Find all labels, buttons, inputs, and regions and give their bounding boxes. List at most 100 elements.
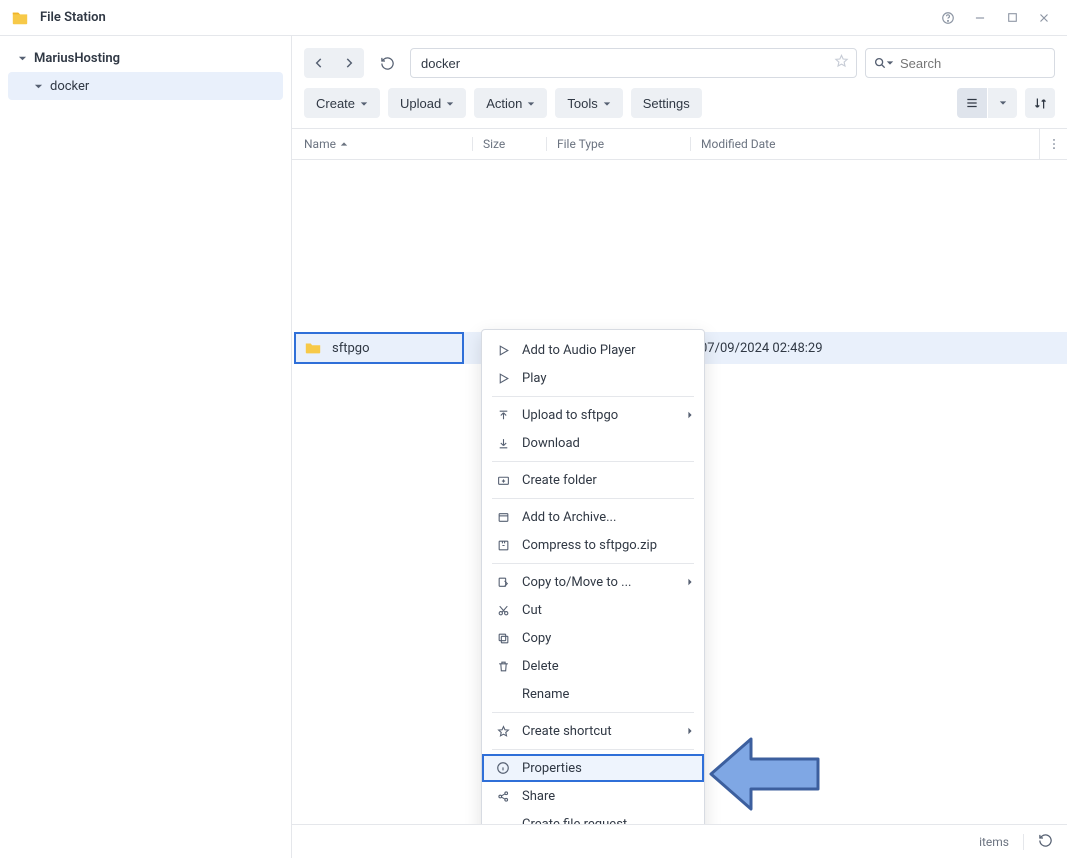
view-list-button[interactable] [957,88,987,118]
separator [1023,834,1024,850]
ctx-create-folder[interactable]: Create folder [482,466,704,494]
caret-down-icon [32,80,44,92]
ctx-cut[interactable]: Cut [482,596,704,624]
row-name-cell[interactable]: sftpgo [294,332,464,364]
upload-button[interactable]: Upload [388,88,466,118]
trash-icon [494,660,512,673]
toolbar-nav-row [292,36,1067,84]
ctx-properties[interactable]: Properties [482,754,704,782]
ctx-label: Compress to sftpgo.zip [522,538,657,553]
folder-icon [304,339,322,357]
ctx-label: Add to Archive... [522,510,616,525]
settings-button[interactable]: Settings [631,88,702,118]
sidebar: MariusHosting docker [0,36,292,858]
submenu-arrow-icon [686,408,694,423]
view-dropdown-button[interactable] [987,88,1017,118]
ctx-add-audio[interactable]: Add to Audio Player [482,336,704,364]
ctx-upload-to[interactable]: Upload to sftpgo [482,401,704,429]
ctx-label: Delete [522,659,559,674]
caret-down-icon [446,96,454,111]
copy-icon [494,632,512,645]
create-label: Create [316,96,355,111]
move-icon [494,576,512,589]
archive-icon [494,511,512,524]
ctx-label: Play [522,371,547,386]
path-field-wrap [410,48,857,78]
row-name-label: sftpgo [332,341,370,356]
action-label: Action [486,96,522,111]
minimize-icon[interactable] [967,5,993,31]
tree-child-item[interactable]: docker [8,72,283,100]
sort-asc-icon [340,140,348,148]
refresh-button[interactable] [372,48,402,78]
create-button[interactable]: Create [304,88,380,118]
column-type-label: File Type [557,137,604,151]
new-folder-icon [494,474,512,487]
cut-icon [494,604,512,617]
column-menu-button[interactable] [1039,129,1067,159]
column-modified[interactable]: Modified Date [690,137,1039,151]
ctx-play[interactable]: Play [482,364,704,392]
ctx-label: Copy [522,631,551,646]
tools-button[interactable]: Tools [555,88,622,118]
settings-label: Settings [643,96,690,111]
column-size[interactable]: Size [472,137,546,151]
sort-button[interactable] [1025,88,1055,118]
separator [492,563,694,564]
separator [492,712,694,713]
column-type[interactable]: File Type [546,137,690,151]
ctx-share[interactable]: Share [482,782,704,810]
submenu-arrow-icon [686,724,694,739]
forward-button[interactable] [334,48,364,78]
caret-down-icon [16,52,28,64]
status-bar: items [292,824,1067,858]
column-modified-label: Modified Date [701,137,775,151]
ctx-rename[interactable]: Rename [482,680,704,708]
search-icon [873,56,894,70]
caret-down-icon [360,96,368,111]
status-refresh-button[interactable] [1038,833,1053,851]
help-icon[interactable] [935,5,961,31]
play-icon [494,372,512,385]
ctx-label: Rename [522,687,569,702]
action-button[interactable]: Action [474,88,547,118]
table-header: Name Size File Type Modified Date [292,128,1067,160]
context-menu: Add to Audio Player Play Upload to sftpg… [481,329,705,845]
path-input[interactable] [410,48,857,78]
ctx-label: Add to Audio Player [522,343,636,358]
submenu-arrow-icon [686,575,694,590]
info-icon [494,761,512,775]
view-mode-group [957,88,1017,118]
ctx-shortcut[interactable]: Create shortcut [482,717,704,745]
back-button[interactable] [304,48,334,78]
tree-root-item[interactable]: MariusHosting [8,44,283,72]
upload-label: Upload [400,96,441,111]
ctx-copy-move[interactable]: Copy to/Move to ... [482,568,704,596]
ctx-delete[interactable]: Delete [482,652,704,680]
row-modified-date: 07/09/2024 02:48:29 [700,332,823,364]
star-icon[interactable] [834,54,849,73]
download-icon [494,437,512,450]
ctx-compress[interactable]: Compress to sftpgo.zip [482,531,704,559]
share-icon [494,790,512,803]
titlebar: File Station [0,0,1067,36]
star-icon [494,725,512,738]
tree-child-label: docker [50,79,89,94]
app-folder-icon [10,8,30,28]
ctx-label: Download [522,436,580,451]
caret-down-icon [603,96,611,111]
nav-back-forward [304,48,364,78]
ctx-copy[interactable]: Copy [482,624,704,652]
column-name[interactable]: Name [292,137,472,151]
close-icon[interactable] [1031,5,1057,31]
ctx-add-archive[interactable]: Add to Archive... [482,503,704,531]
separator [492,749,694,750]
tools-label: Tools [567,96,597,111]
tree-root-label: MariusHosting [34,51,120,66]
ctx-label: Cut [522,603,542,618]
column-size-label: Size [483,137,505,151]
ctx-download[interactable]: Download [482,429,704,457]
maximize-icon[interactable] [999,5,1025,31]
status-items-label: items [979,835,1009,849]
toolbar-action-row: Create Upload Action Tools Settings [292,84,1067,128]
